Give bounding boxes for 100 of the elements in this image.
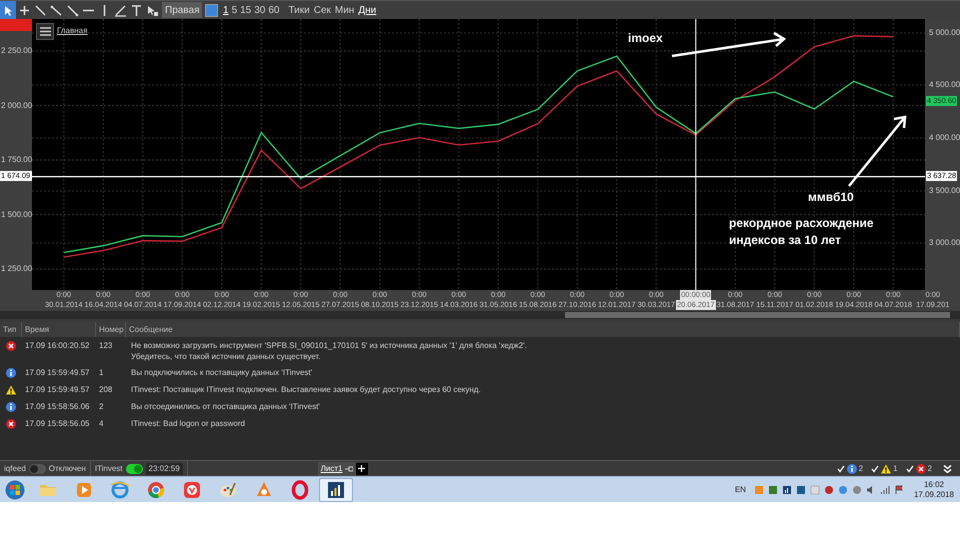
interval-link[interactable]: 5 (232, 2, 238, 18)
unit-link[interactable]: Мин (334, 2, 354, 18)
info-icon (6, 402, 16, 412)
app-icon (810, 484, 820, 494)
column-header[interactable]: Номер (96, 322, 126, 337)
app-icon (824, 484, 834, 494)
table-cell: 17.09 15:58:56.06 (25, 402, 90, 411)
clock-time: 16:02 (924, 480, 944, 490)
table-cell-text: Вы отсоединились от поставщика данных 'ITinvest' (131, 401, 321, 412)
interval-link[interactable]: 15 (240, 2, 252, 18)
menu-icon (40, 27, 50, 36)
checkbox[interactable] (906, 464, 914, 472)
annotation-text: ммвб10 (808, 191, 854, 203)
table-cell-text: ITinvest: Bad logon or password (131, 418, 246, 429)
add-sheet-button[interactable] (356, 462, 368, 474)
connection-name: ITinvest (94, 462, 123, 474)
filter-count: 2 (858, 462, 864, 474)
unit-link[interactable]: Сек (314, 2, 331, 18)
menu-button[interactable] (36, 23, 54, 40)
table-cell: 17.09 16:00:20.52 (25, 341, 90, 350)
axis-dropdown[interactable]: Правая (162, 2, 202, 18)
taskbar-app-button[interactable] (319, 478, 353, 502)
table-cell: 4 (99, 419, 104, 428)
v-logo-icon (182, 480, 202, 500)
interval-link[interactable]: 1 (223, 2, 229, 18)
connection-status: 23:02:59 (146, 462, 183, 474)
table-cell: 123 (99, 341, 112, 350)
o-logo-icon (290, 480, 310, 500)
signal-icon (880, 484, 890, 494)
axis-label: 2 000.00 (1, 102, 32, 110)
table-cell: 17.09 15:58:56.05 (25, 419, 90, 428)
panel-link[interactable]: Главная (57, 27, 88, 35)
filter-count: 2 (928, 462, 932, 474)
table-cell: 17.09 15:59:49.57 (25, 368, 90, 377)
annotation-text: imoex (628, 32, 663, 44)
sheet-tab[interactable]: Лист1 (318, 462, 356, 476)
circle-logo-icon (146, 480, 166, 500)
double-chevron-icon (942, 464, 952, 472)
axis-label: 1 750.00 (1, 156, 32, 164)
interval-link[interactable]: 60 (268, 2, 280, 18)
pointer-tool-button[interactable] (0, 1, 16, 19)
table-cell-text: Убедитесь, что такой источник данных существует. (131, 351, 322, 362)
windows-logo-icon (5, 480, 25, 500)
app-icon (796, 484, 806, 494)
price-marker (0, 19, 32, 31)
checkbox[interactable] (871, 464, 880, 472)
scrollbar-thumb[interactable] (565, 312, 950, 318)
connection-name: iqfeed (4, 462, 26, 474)
crosshair-icon (18, 4, 30, 16)
axis-label: 2 250.00 (1, 47, 32, 56)
info-icon (6, 368, 16, 378)
axis-label: 1 250.00 (1, 265, 32, 274)
table-cell: 1 (99, 368, 104, 377)
text-icon (130, 4, 142, 16)
checkbox[interactable] (836, 464, 845, 472)
unit-link[interactable]: Дни (358, 2, 376, 18)
table-cell: 17.09 15:59:49.57 (25, 385, 90, 394)
table-cell-text: Не возможно загрузить инструмент 'SPFB.SI_090101_170101 5' из источника данных '1' для блока 'хедж2'. (131, 340, 528, 351)
axis-label: 4 500.00 (929, 81, 960, 89)
axis-label: 1 500.00 (1, 210, 32, 219)
toggle-switch[interactable] (126, 464, 143, 474)
axis-label: 3 000.00 (929, 239, 960, 247)
pin-icon (344, 466, 353, 472)
column-header[interactable]: Время (22, 322, 96, 337)
filter-count: 1 (893, 462, 898, 474)
info-icon (846, 464, 857, 474)
column-header[interactable]: Тип (0, 322, 22, 337)
table-cell: 208 (99, 385, 112, 394)
flag-icon (894, 484, 904, 494)
line-icon (50, 4, 62, 16)
column-header[interactable]: Сообщение (126, 322, 960, 337)
axis-label: 5 000.00 (929, 29, 960, 37)
interval-link[interactable]: 30 (254, 2, 266, 18)
error-icon (6, 419, 16, 429)
error-icon (6, 341, 16, 351)
globe-icon (110, 480, 130, 500)
language-indicator[interactable]: EN (734, 484, 746, 496)
unit-link[interactable]: Тики (288, 2, 310, 18)
bar-chart-icon (782, 484, 792, 494)
connection-status: Отключен (48, 462, 86, 474)
axis-label: 4 000.00 (929, 134, 960, 142)
color-swatch[interactable] (205, 4, 218, 16)
channel-icon (114, 4, 126, 16)
scrollbar[interactable] (0, 311, 960, 319)
app-icon (754, 484, 764, 494)
line-icon (66, 4, 78, 16)
error-icon (916, 464, 926, 474)
table-cell: 2 (99, 402, 104, 411)
app-icon (768, 484, 778, 494)
plus-icon (358, 465, 366, 472)
toggle-switch[interactable] (28, 464, 46, 474)
clock-date: 17.09.2018 (914, 490, 954, 500)
table-cell-text: ITinvest: Поставщик ITinvest подключен. Выставление заявок будет доступно через 60 секунд. (131, 384, 482, 395)
line-icon (34, 4, 46, 16)
table-cell-text: Вы подключились к поставщику данных 'ITinvest' (131, 367, 314, 378)
cursor-icon (146, 4, 158, 16)
annotation-text: рекордное расхождение индексов за 10 лет (729, 215, 875, 249)
axis-label: 3 500.00 (929, 187, 960, 195)
app-icon (852, 484, 862, 494)
app-icon (838, 484, 848, 494)
